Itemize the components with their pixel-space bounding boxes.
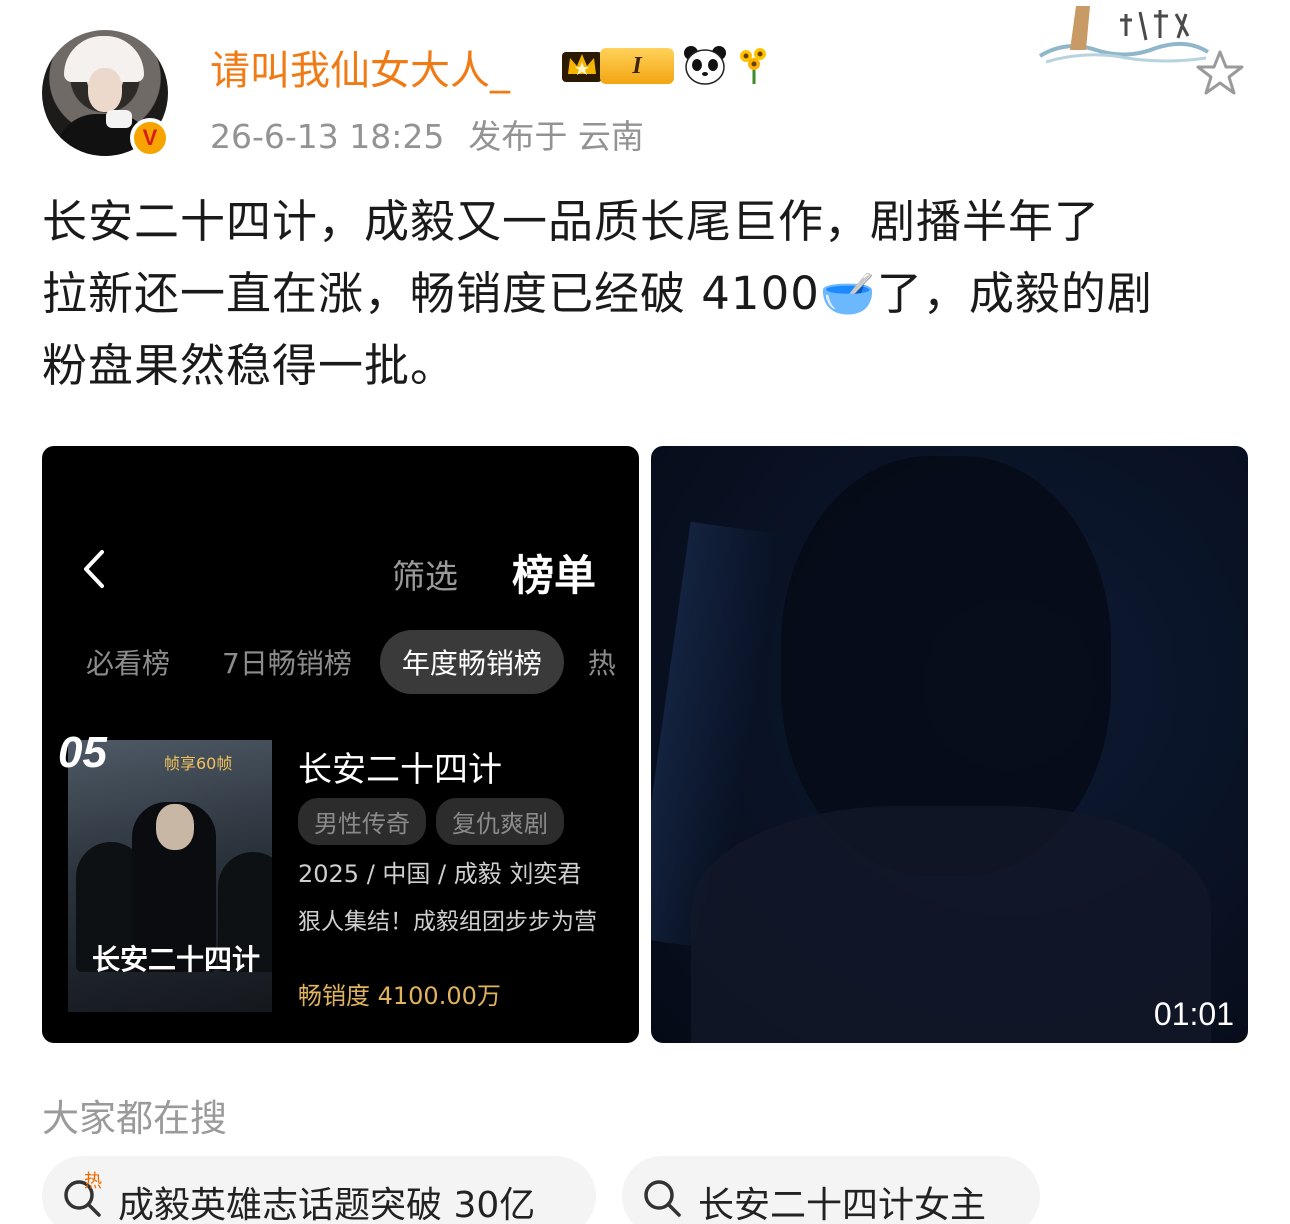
post-meta: 26-6-13 18:25 发布于 云南 (210, 110, 644, 158)
avatar-face (88, 68, 122, 112)
username[interactable]: 请叫我仙女大人_ (210, 38, 510, 96)
search-chip-label: 成毅英雄志话题突破 30亿 (118, 1185, 536, 1224)
poster-frame-label: 帧享60帧 (164, 754, 233, 773)
show-tag: 复仇爽剧 (436, 798, 564, 845)
panda-icon (684, 46, 726, 85)
video-thumbnail[interactable]: 01:01 (651, 446, 1248, 1043)
back-arrow-icon (84, 550, 104, 588)
ranking-tabs: 必看榜 7日畅销榜 年度畅销榜热 (86, 630, 616, 694)
show-poster: 帧享60帧 长安二十四计 (68, 740, 272, 1012)
show-description: 狠人集结！成毅组团步步为营 (298, 909, 597, 935)
search-chip[interactable]: 长安二十四计女主 (622, 1156, 1040, 1224)
avatar-glove (106, 110, 132, 128)
search-icon (644, 1180, 681, 1217)
post-text: 长安二十四计，成毅又一品质长尾巨作，剧播半年了 拉新还一直在涨，畅销度已经破 4… (42, 186, 1252, 402)
tab-hot: 热 (587, 647, 616, 680)
show-info: 2025 / 中国 / 成毅 刘奕君 (298, 860, 582, 888)
level-badge[interactable]: I (600, 48, 674, 84)
tab-must-watch: 必看榜 (86, 647, 171, 680)
decoration-icon (1038, 6, 1210, 64)
show-tag: 男性传奇 (298, 798, 426, 845)
show-sales: 畅销度 4100.00万 (298, 982, 501, 1010)
post-text-line-2: 拉新还一直在涨，畅销度已经破 4100🥣了，成毅的剧 (42, 267, 1153, 320)
post-location: 发布于 云南 (468, 117, 644, 156)
filter-label: 筛选 (392, 557, 458, 596)
favorite-star-icon[interactable] (1194, 48, 1246, 98)
post-timestamp: 26-6-13 18:25 (210, 117, 445, 156)
search-chip[interactable]: 热 成毅英雄志话题突破 30亿 (42, 1156, 596, 1224)
video-duration: 01:01 (1153, 996, 1234, 1032)
search-chip-label: 长安二十四计女主 (698, 1185, 987, 1224)
sunflower-icon (740, 48, 766, 84)
hot-icon: 热 (84, 1171, 102, 1192)
video-figure-body (691, 806, 1211, 1043)
poster-face (156, 804, 194, 850)
rank-number: 05 (58, 728, 107, 777)
rank-label: 榜单 (512, 551, 597, 600)
tab-7day-bestseller: 7日畅销榜 (222, 647, 352, 680)
post-text-line-3: 粉盘果然稳得一批。 (42, 339, 457, 392)
tab-annual-bestseller: 年度畅销榜 (379, 630, 564, 694)
show-tags: 男性传奇 复仇爽剧 (298, 798, 574, 845)
post-text-line-1: 长安二十四计，成毅又一品质长尾巨作，剧播半年了 (42, 195, 1101, 248)
verified-badge-icon: V (130, 118, 170, 158)
ranking-screenshot-image[interactable]: 筛选 榜单 必看榜 7日畅销榜 年度畅销榜热 帧享60帧 长安二十四计 05 长安二… (42, 446, 639, 1043)
poster-title: 长安二十四计 (92, 943, 261, 976)
search-section-title: 大家都在搜 (42, 1097, 227, 1140)
show-title: 长安二十四计 (298, 750, 502, 790)
crown-icon (562, 52, 602, 82)
